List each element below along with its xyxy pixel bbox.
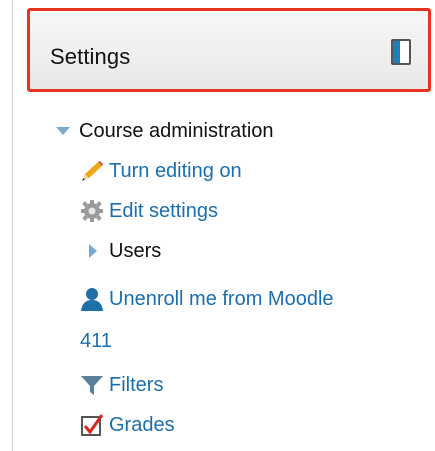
dock-block-button[interactable] (391, 39, 411, 65)
expand-arrow-icon (83, 238, 105, 264)
filter-icon (79, 372, 105, 398)
unenroll-label-continued[interactable]: 411 (80, 326, 112, 356)
unenroll-label: Unenroll me from Moodle (109, 288, 334, 310)
tree-node-course-administration[interactable]: Course administration (53, 116, 274, 146)
settings-block: Settings Course administration Turn edit… (12, 0, 435, 451)
users-label: Users (109, 240, 162, 262)
edit-settings-label: Edit settings (109, 200, 218, 222)
user-icon (79, 286, 105, 312)
turn-editing-on-link[interactable]: Turn editing on (79, 156, 242, 186)
grades-checkbox-icon (79, 412, 105, 438)
pencil-icon (79, 158, 105, 184)
settings-tree: Course administration Turn editing on Ed… (13, 92, 435, 451)
filters-link[interactable]: Filters (79, 370, 163, 400)
expanded-arrow-icon (53, 118, 75, 144)
gear-icon (79, 198, 105, 224)
dock-icon (393, 41, 400, 63)
grades-label: Grades (109, 414, 175, 436)
settings-block-header: Settings (27, 8, 431, 92)
filters-label: Filters (109, 374, 164, 396)
grades-link[interactable]: Grades (79, 410, 175, 440)
block-title: Settings (50, 44, 131, 69)
unenroll-link[interactable]: Unenroll me from Moodle (79, 284, 334, 314)
turn-editing-on-label: Turn editing on (109, 160, 242, 182)
edit-settings-link[interactable]: Edit settings (79, 196, 218, 226)
tree-node-users[interactable]: Users (83, 236, 161, 266)
tree-node-label: Course administration (79, 120, 274, 142)
